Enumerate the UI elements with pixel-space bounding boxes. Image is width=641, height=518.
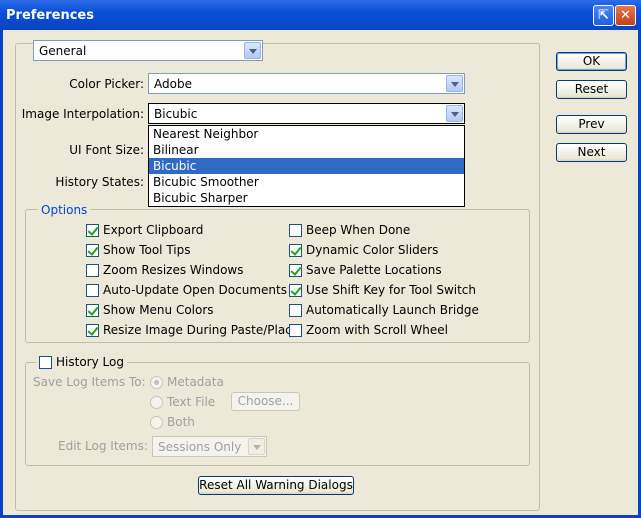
option-label: Show Menu Colors [103, 303, 214, 317]
checkbox-icon[interactable] [289, 223, 302, 237]
list-item[interactable]: Bicubic Sharper [149, 190, 464, 206]
choose-button[interactable]: Choose... [231, 392, 300, 411]
history-log-label: History Log [56, 355, 124, 369]
color-picker-label: Color Picker: [69, 77, 144, 91]
option-label: Dynamic Color Sliders [306, 243, 439, 257]
edit-log-items-value: Sessions Only [158, 440, 242, 454]
edit-log-items-label: Edit Log Items: [58, 439, 148, 453]
chevron-down-icon[interactable] [446, 105, 463, 122]
option-label: Show Tool Tips [103, 243, 191, 257]
option-label: Zoom Resizes Windows [103, 263, 244, 277]
ui-font-size-label: UI Font Size: [69, 143, 144, 157]
checkbox-checked-icon[interactable] [86, 243, 99, 257]
option-checkbox[interactable]: Export Clipboard [86, 222, 203, 238]
radio-label: Text File [167, 395, 216, 409]
radio-text-file[interactable]: Text File [150, 394, 215, 410]
list-item[interactable]: Bilinear [149, 142, 464, 158]
history-states-label: History States: [55, 175, 144, 189]
reset-all-warning-dialogs-button[interactable]: Reset All Warning Dialogs [198, 476, 354, 495]
edit-log-items-dropdown[interactable]: Sessions Only [152, 436, 267, 457]
radio-both[interactable]: Both [150, 414, 195, 430]
color-picker-dropdown[interactable]: Adobe [148, 73, 465, 94]
option-checkbox[interactable]: Auto-Update Open Documents [86, 282, 287, 298]
context-help-icon[interactable]: ⇱ [593, 5, 614, 26]
option-label: Resize Image During Paste/Place [103, 323, 300, 337]
checkbox-checked-icon[interactable] [86, 303, 99, 317]
chevron-down-icon[interactable] [244, 42, 261, 59]
title-bar: Preferences ⇱ ✕ [0, 0, 641, 30]
history-log-checkbox[interactable]: History Log [36, 354, 127, 370]
checkbox-checked-icon[interactable] [86, 323, 99, 337]
option-checkbox[interactable]: Zoom Resizes Windows [86, 262, 244, 278]
option-checkbox[interactable]: Beep When Done [289, 222, 410, 238]
list-item[interactable]: Bicubic [149, 158, 464, 174]
image-interpolation-dropdown[interactable]: Bicubic [148, 103, 465, 124]
checkbox-icon[interactable] [289, 303, 302, 317]
radio-label: Both [167, 415, 195, 429]
option-checkbox[interactable]: Show Menu Colors [86, 302, 214, 318]
radio-label: Metadata [167, 375, 224, 389]
option-label: Export Clipboard [103, 223, 204, 237]
radio-icon[interactable] [150, 395, 163, 409]
image-interpolation-value: Bicubic [154, 107, 198, 121]
option-label: Beep When Done [306, 223, 411, 237]
chevron-down-icon[interactable] [446, 75, 463, 92]
option-checkbox[interactable]: Zoom with Scroll Wheel [289, 322, 448, 338]
option-label: Automatically Launch Bridge [306, 303, 479, 317]
section-dropdown-value: General [39, 44, 87, 58]
option-checkbox[interactable]: Use Shift Key for Tool Switch [289, 282, 476, 298]
radio-metadata[interactable]: Metadata [150, 374, 224, 390]
prev-button[interactable]: Prev [556, 115, 627, 134]
options-legend: Options [38, 203, 91, 217]
color-picker-value: Adobe [154, 77, 192, 91]
reset-button[interactable]: Reset [556, 80, 627, 99]
image-interpolation-label: Image Interpolation: [21, 107, 144, 121]
section-dropdown[interactable]: General [33, 40, 263, 61]
option-checkbox[interactable]: Save Palette Locations [289, 262, 442, 278]
close-icon[interactable]: ✕ [615, 5, 636, 26]
checkbox-icon[interactable] [39, 355, 52, 369]
save-log-items-label: Save Log Items To: [33, 375, 146, 389]
option-checkbox[interactable]: Resize Image During Paste/Place [86, 322, 299, 338]
checkbox-checked-icon[interactable] [289, 243, 302, 257]
ok-button[interactable]: OK [556, 52, 627, 71]
radio-icon[interactable] [150, 375, 163, 389]
checkbox-checked-icon[interactable] [289, 263, 302, 277]
checkbox-icon[interactable] [289, 323, 302, 337]
checkbox-checked-icon[interactable] [289, 283, 302, 297]
option-label: Save Palette Locations [306, 263, 442, 277]
checkbox-icon[interactable] [86, 283, 99, 297]
option-label: Auto-Update Open Documents [103, 283, 287, 297]
option-label: Zoom with Scroll Wheel [306, 323, 448, 337]
option-checkbox[interactable]: Show Tool Tips [86, 242, 190, 258]
option-label: Use Shift Key for Tool Switch [306, 283, 477, 297]
list-item[interactable]: Nearest Neighbor [149, 126, 464, 142]
option-checkbox[interactable]: Automatically Launch Bridge [289, 302, 479, 318]
option-checkbox[interactable]: Dynamic Color Sliders [289, 242, 438, 258]
window-title: Preferences [6, 8, 94, 23]
chevron-down-icon[interactable] [248, 438, 265, 455]
next-button[interactable]: Next [556, 143, 627, 162]
radio-icon[interactable] [150, 415, 163, 429]
checkbox-checked-icon[interactable] [86, 223, 99, 237]
list-item[interactable]: Bicubic Smoother [149, 174, 464, 190]
interpolation-options-list[interactable]: Nearest Neighbor Bilinear Bicubic Bicubi… [148, 125, 465, 207]
checkbox-icon[interactable] [86, 263, 99, 277]
